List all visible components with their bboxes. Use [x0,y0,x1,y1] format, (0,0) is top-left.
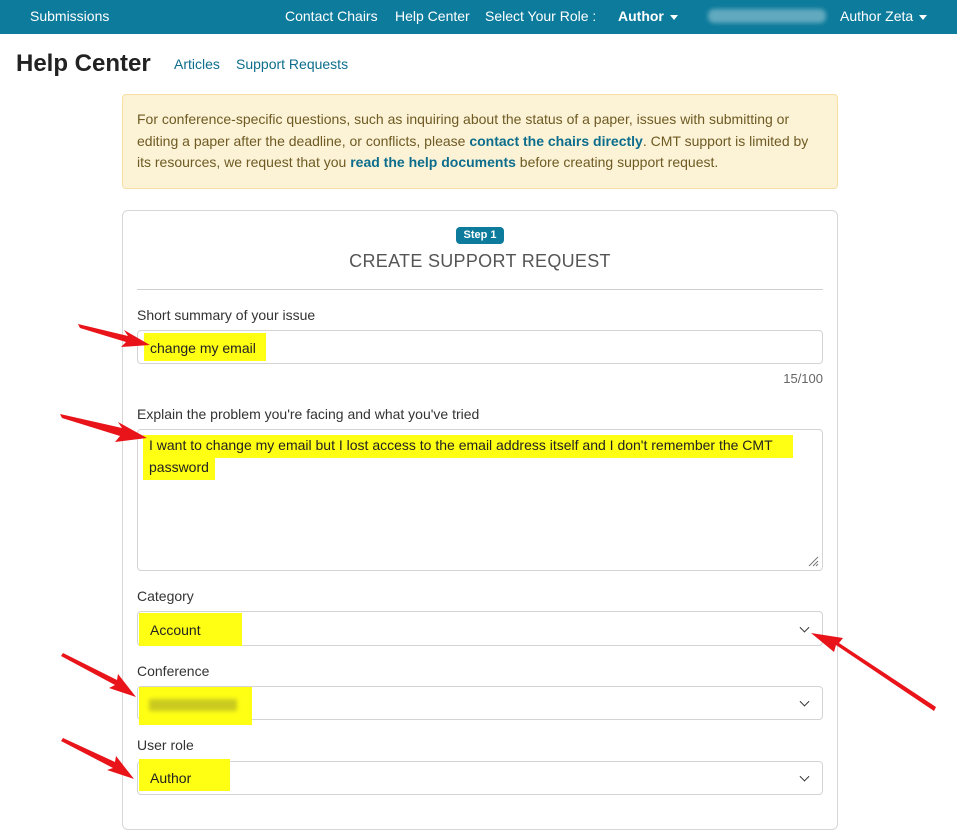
step-badge: Step 1 [456,227,504,244]
user-role-label: User role [137,737,194,753]
alert-text-3: before creating support request. [515,154,719,170]
chevron-down-icon [799,771,810,782]
summary-label: Short summary of your issue [137,307,316,323]
problem-label: Explain the problem you're facing and wh… [137,406,480,422]
summary-char-counter: 15/100 [783,371,823,386]
user-role-value: Author [139,759,230,791]
page-title: Help Center [16,50,151,77]
problem-line-1: I want to change my email but I lost acc… [143,435,793,458]
redacted-conference-value [149,699,237,711]
nav-select-role-label: Select Your Role : [485,8,597,24]
summary-value: change my email [144,333,266,361]
form-title: CREATE SUPPORT REQUEST [349,251,611,271]
help-documents-link[interactable]: read the help documents [350,154,516,170]
nav-contact-chairs[interactable]: Contact Chairs [285,8,378,24]
category-label: Category [137,588,194,604]
category-value: Account [139,613,242,646]
caret-down-icon [919,14,928,20]
nav-help-center[interactable]: Help Center [395,8,470,24]
nav-user-menu[interactable]: Author Zeta [840,8,928,24]
articles-link[interactable]: Articles [174,56,220,72]
user-role-select[interactable]: Author [137,759,823,795]
nav-user-name: Author Zeta [840,8,914,24]
divider [137,289,823,290]
conference-label: Conference [137,663,210,679]
redacted-conference-name [708,9,826,23]
problem-textarea[interactable]: I want to change my email but I lost acc… [137,429,823,571]
resize-handle-icon[interactable] [807,555,819,567]
support-requests-link[interactable]: Support Requests [236,56,348,72]
info-alert: For conference-specific questions, such … [122,94,838,189]
summary-input[interactable]: change my email [137,330,823,364]
nav-role-value: Author [618,8,664,24]
contact-chairs-link[interactable]: contact the chairs directly [469,133,643,149]
chevron-down-icon [799,696,810,707]
nav-role-dropdown[interactable]: Author [618,8,678,24]
nav-submissions[interactable]: Submissions [30,8,109,24]
top-navbar: Submissions Contact Chairs Help Center S… [0,0,957,34]
chevron-down-icon [799,622,810,633]
conference-select[interactable] [137,686,823,725]
category-select[interactable]: Account [137,611,823,646]
conference-value-highlight [139,687,252,725]
problem-line-2: password [143,457,215,480]
caret-down-icon [669,14,678,20]
